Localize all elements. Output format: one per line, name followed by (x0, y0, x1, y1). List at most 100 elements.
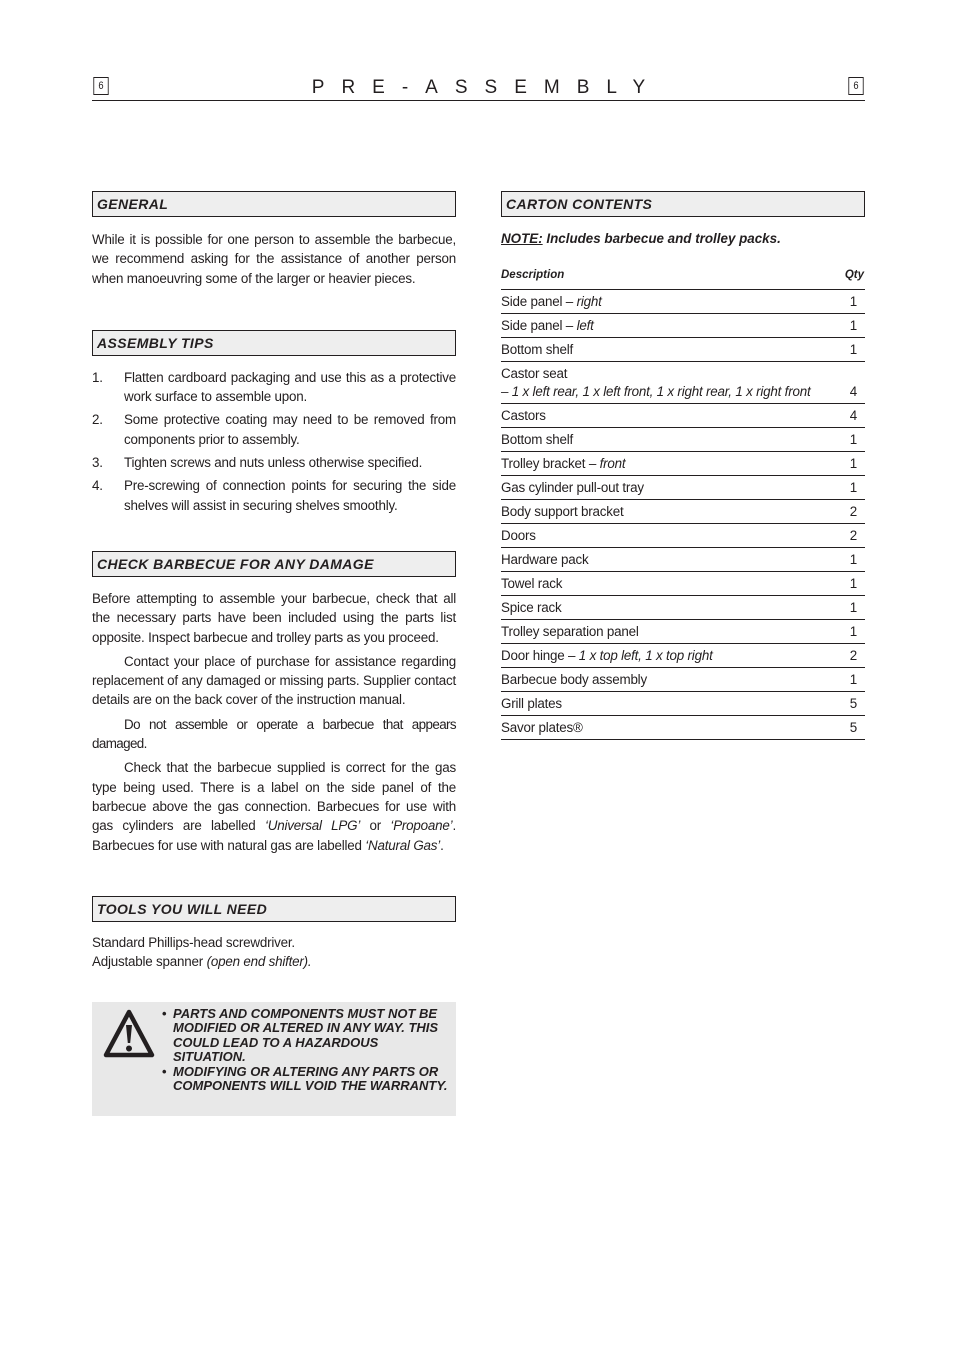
note-label: NOTE: (501, 231, 543, 246)
part-name: Doors (501, 528, 536, 543)
part-name: Castor seat (501, 366, 568, 381)
part-qty: 1 (827, 619, 865, 644)
table-row: Hardware pack 1 (501, 547, 865, 572)
text-run: (open end shifter). (206, 954, 312, 970)
part-qty: 1 (827, 427, 865, 452)
part-description: Castor seat – 1 x left rear, 1 x left fro… (501, 361, 827, 404)
part-name: Savor plates® (501, 720, 583, 735)
assembly-tips-list: 1. Flatten cardboard packaging and use th… (92, 368, 456, 515)
part-qty: 1 (827, 547, 865, 572)
part-qty: 4 (827, 403, 865, 428)
text-run: Adjustable spanner (92, 954, 207, 970)
tip-item: 3. Tighten screws and nuts unless otherwi… (92, 453, 456, 472)
part-qty: 1 (827, 595, 865, 620)
table-row: Door hinge – 1 x top left, 1 x top right… (501, 643, 865, 668)
part-qty: 5 (827, 691, 865, 716)
damage-paragraph-3: Do not assemble or operate a barbecue th… (92, 716, 457, 752)
part-name: Side panel – (501, 318, 577, 333)
table-row: Savor plates® 5 (501, 715, 865, 740)
part-description: Spice rack (501, 595, 827, 620)
tool-spanner: Adjustable spanner (open end shifter). (92, 952, 456, 971)
parts-table-body: Side panel – right 1 Side panel – left 1 Bot… (501, 289, 865, 740)
table-row: Barbecue body assembly 1 (501, 667, 865, 692)
bullet: • (162, 1006, 167, 1021)
label-natural-gas: ‘Natural Gas’ (365, 837, 441, 853)
part-description: Barbecue body assembly (501, 667, 827, 692)
warning-item: • MODIFYING OR ALTERING ANY PARTS OR COMP… (162, 1063, 452, 1094)
table-row: Castors 4 (501, 403, 865, 428)
column-header-description: Description (501, 269, 827, 290)
tip-text: Flatten cardboard packaging and use this… (124, 369, 456, 405)
part-name: Gas cylinder pull-out tray (501, 480, 644, 495)
part-qty: 1 (827, 313, 865, 338)
part-description: Body support bracket (501, 499, 827, 524)
carton-heading: CARTON CONTENTS (501, 191, 865, 217)
carton-contents-section: CARTON CONTENTS NOTE: Includes barbecue … (501, 191, 865, 740)
damage-heading: CHECK BARBECUE FOR ANY DAMAGE (92, 550, 456, 577)
tip-number: 3. (92, 455, 103, 471)
column-header-qty: Qty (827, 269, 865, 290)
part-detail: 1 x top left, 1 x top right (578, 648, 713, 663)
general-heading: GENERAL (92, 191, 456, 217)
part-description: Gas cylinder pull-out tray (501, 475, 827, 500)
table-row: Gas cylinder pull-out tray 1 (501, 475, 865, 500)
damage-paragraph-4: Check that the barbecue supplied is corr… (92, 758, 456, 854)
part-name: Trolley bracket – (501, 456, 600, 471)
table-row: Towel rack 1 (501, 571, 865, 596)
part-name: Towel rack (501, 576, 563, 591)
part-qty: 2 (827, 499, 865, 524)
right-column: CARTON CONTENTS NOTE: Includes barbecue … (501, 191, 865, 740)
part-qty: 1 (827, 289, 865, 314)
tip-number: 4. (92, 478, 103, 494)
note-text: Includes barbecue and trolley packs. (542, 231, 781, 246)
tools-heading: TOOLS YOU WILL NEED (92, 895, 456, 922)
warning-text: MODIFYING OR ALTERING ANY PARTS OR COMPO… (173, 1063, 448, 1094)
part-description: Door hinge – 1 x top left, 1 x top right (501, 643, 827, 668)
text-run: or (360, 818, 391, 834)
part-qty: 5 (827, 715, 865, 740)
part-description: Hardware pack (501, 547, 827, 572)
tool-screwdriver: Standard Phillips-head screwdriver. (92, 934, 295, 950)
bullet: • (162, 1063, 167, 1079)
damage-paragraph-2: Contact your place of purchase for assis… (92, 653, 456, 708)
part-name: Hardware pack (501, 552, 589, 567)
warning-box: • PARTS AND COMPONENTS MUST NOT BE MODIFI… (92, 1002, 456, 1116)
part-name: Body support bracket (501, 504, 624, 519)
part-qty: 1 (827, 571, 865, 596)
tip-item: 2. Some protective coating may need to be… (92, 410, 456, 449)
part-description: Doors (501, 523, 827, 548)
part-description: Side panel – left (501, 313, 827, 338)
page-header: 6 PRE-ASSEMBLY 6 (92, 76, 865, 101)
label-universal-lpg: ‘Universal LPG’ (264, 818, 361, 834)
part-qty: 1 (827, 475, 865, 500)
part-detail: right (576, 294, 602, 309)
table-row: Spice rack 1 (501, 595, 865, 620)
part-description: Trolley bracket – front (501, 451, 827, 476)
part-description: Towel rack (501, 571, 827, 596)
table-row: Trolley bracket – front 1 (501, 451, 865, 476)
tip-text: Tighten screws and nuts unless otherwise… (124, 455, 423, 471)
assembly-tips-section: ASSEMBLY TIPS 1. Flatten cardboard packag… (92, 329, 456, 515)
part-qty: 2 (827, 523, 865, 548)
warning-item: • PARTS AND COMPONENTS MUST NOT BE MODIFI… (162, 1006, 452, 1065)
warning-list: • PARTS AND COMPONENTS MUST NOT BE MODIFI… (162, 1006, 452, 1094)
table-row: Body support bracket 2 (501, 499, 865, 524)
table-row: Side panel – left 1 (501, 313, 865, 338)
part-detail: front (599, 456, 626, 471)
part-description: Bottom shelf (501, 337, 827, 362)
general-text: While it is possible for one person to a… (92, 232, 456, 286)
part-qty: 2 (827, 643, 865, 668)
part-name: Trolley separation panel (501, 624, 639, 639)
table-row: Castor seat – 1 x left rear, 1 x left fro… (501, 361, 865, 404)
general-section: GENERAL While it is possible for one per… (92, 191, 456, 288)
part-description: Castors (501, 403, 827, 428)
carton-note: NOTE: Includes barbecue and trolley pack… (501, 231, 865, 246)
damage-section: CHECK BARBECUE FOR ANY DAMAGE Before att… (92, 550, 457, 855)
part-name: Door hinge – (501, 648, 579, 663)
tip-item: 4. Pre-screwing of connection points for … (92, 476, 456, 515)
tip-number: 2. (92, 412, 103, 428)
tip-text: Some protective coating may need to be r… (124, 412, 456, 447)
warning-triangle-icon (103, 1009, 155, 1058)
part-description: Trolley separation panel (501, 619, 827, 644)
part-description: Side panel – right (501, 289, 827, 314)
